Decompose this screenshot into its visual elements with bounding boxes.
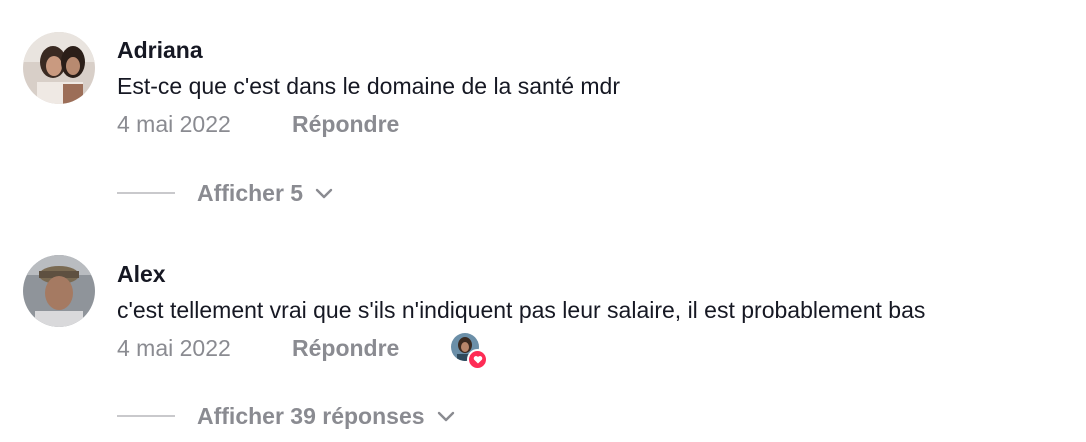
view-replies-button[interactable]: Afficher 39 réponses bbox=[117, 401, 455, 431]
avatar[interactable] bbox=[23, 255, 95, 327]
comment-date: 4 mai 2022 bbox=[117, 335, 231, 361]
comment-text: c'est tellement vrai que s'ils n'indique… bbox=[117, 297, 926, 323]
creator-liked-badge bbox=[451, 333, 488, 370]
username[interactable]: Alex bbox=[117, 261, 166, 288]
reply-button[interactable]: Répondre bbox=[292, 335, 399, 362]
view-replies-label: Afficher 39 réponses bbox=[197, 402, 425, 429]
heart-icon bbox=[467, 349, 488, 370]
chevron-down-icon bbox=[437, 410, 455, 422]
comment-item: Alex c'est tellement vrai que s'ils n'in… bbox=[0, 0, 1086, 442]
divider-line bbox=[117, 415, 175, 417]
